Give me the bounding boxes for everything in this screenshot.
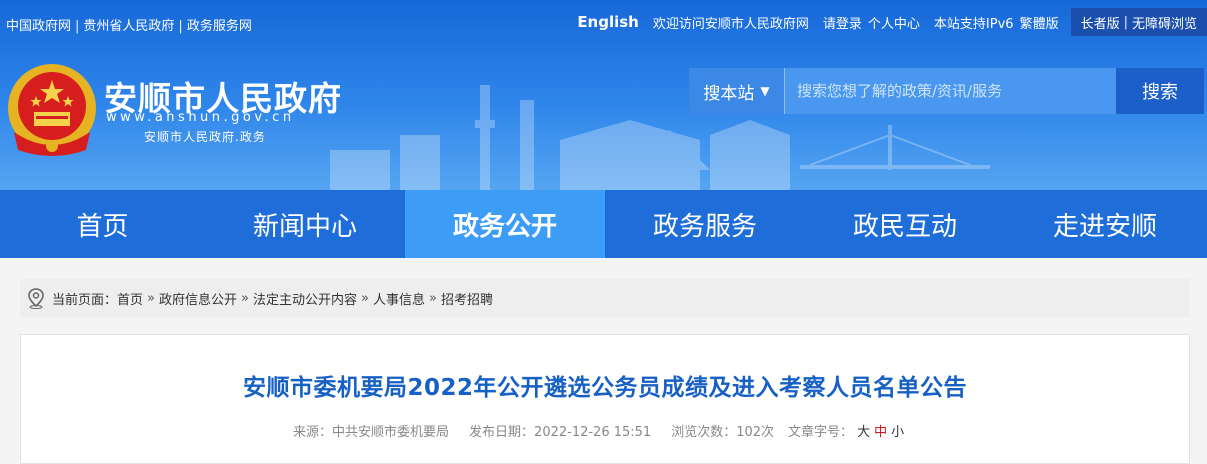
date-value: 2022-12-26 15:51 — [534, 425, 652, 440]
nav-gov-services[interactable]: 政务服务 — [605, 190, 805, 258]
separator: | — [178, 19, 183, 34]
separator: | — [75, 19, 80, 34]
font-size-label: 文章字号： — [788, 425, 854, 440]
breadcrumb-arrow: » — [241, 290, 249, 306]
search-scope-label: 搜本站 — [703, 83, 755, 104]
ipv6-badge: 本站支持IPv6 — [933, 16, 1014, 32]
site-header: 中国政府网 | 贵州省人民政府 | 政务服务网 English 欢迎访问安顺市人民政府网… — [0, 0, 1207, 190]
search-input[interactable] — [785, 68, 1116, 114]
source-value: 中共安顺市委机要局 — [332, 425, 450, 440]
accessible-mode-link[interactable]: 无障碍浏览 — [1132, 13, 1197, 32]
traditional-chinese-link[interactable]: 繁體版 — [1020, 13, 1059, 32]
gov-links: 中国政府网 | 贵州省人民政府 | 政务服务网 — [6, 15, 252, 34]
site-url: www.anshun.gov.cn — [106, 110, 295, 125]
breadcrumb: 当前页面： 首页 » 政府信息公开 » 法定主动公开内容 » 人事信息 » 招考… — [20, 279, 1190, 317]
article-panel: 安顺市委机要局2022年公开遴选公务员成绩及进入考察人员名单公告 来源：中共安顺… — [20, 334, 1190, 464]
date-label: 发布日期： — [469, 425, 535, 440]
elderly-mode-link[interactable]: 长者版 — [1081, 13, 1120, 32]
search-bar: 搜本站 ▼ 搜索 — [689, 68, 1204, 114]
nav-about-anshun[interactable]: 走进安顺 — [1005, 190, 1205, 258]
utility-links: English 欢迎访问安顺市人民政府网 请登录 个人中心 本站支持IPv6 繁… — [563, 8, 1207, 36]
search-button[interactable]: 搜索 — [1116, 68, 1204, 114]
views-value: 102次 — [736, 425, 775, 440]
breadcrumb-arrow: » — [147, 290, 155, 306]
article-meta: 来源：中共安顺市委机要局 发布日期：2022-12-26 15:51 浏览次数：10… — [293, 421, 904, 440]
article-title: 安顺市委机要局2022年公开遴选公务员成绩及进入考察人员名单公告 — [242, 375, 967, 401]
caret-down-icon: ▼ — [760, 84, 770, 98]
english-link[interactable]: English — [577, 13, 639, 31]
location-pin-icon — [28, 288, 44, 309]
breadcrumb-info-disclosure[interactable]: 政府信息公开 — [159, 289, 237, 308]
accessibility-group: 长者版 | 无障碍浏览 — [1070, 8, 1207, 36]
font-size-medium-button[interactable]: 中 — [874, 425, 887, 440]
link-china-gov[interactable]: 中国政府网 — [6, 19, 71, 34]
breadcrumb-prefix: 当前页面： — [52, 292, 118, 308]
search-scope-dropdown[interactable]: 搜本站 ▼ — [689, 68, 785, 114]
main-nav: 首页 新闻中心 政务公开 政务服务 政民互动 走进安顺 — [0, 190, 1207, 258]
breadcrumb-arrow: » — [428, 290, 437, 306]
welcome-text: 欢迎访问安顺市人民政府网 — [652, 16, 809, 32]
site-slogan: 安顺市人民政府.政务 — [144, 130, 266, 144]
national-emblem-icon[interactable] — [6, 62, 98, 158]
separator: | — [1123, 14, 1128, 30]
font-size-small-button[interactable]: 小 — [891, 425, 904, 440]
nav-news[interactable]: 新闻中心 — [205, 190, 405, 258]
breadcrumb-personnel-info[interactable]: 人事信息 — [373, 289, 425, 308]
breadcrumb-recruitment[interactable]: 招考招聘 — [441, 289, 493, 308]
link-service-portal[interactable]: 政务服务网 — [187, 19, 252, 34]
nav-gov-affairs-open[interactable]: 政务公开 — [405, 190, 605, 258]
nav-home[interactable]: 首页 — [0, 190, 205, 258]
font-size-large-button[interactable]: 大 — [857, 425, 870, 440]
source-label: 来源： — [293, 425, 333, 440]
login-link[interactable]: 请登录 — [823, 13, 862, 32]
breadcrumb-arrow: » — [361, 290, 369, 306]
top-utility-bar: 中国政府网 | 贵州省人民政府 | 政务服务网 English 欢迎访问安顺市人民政府网… — [0, 0, 1207, 44]
views-label: 浏览次数： — [671, 425, 737, 440]
nav-interaction[interactable]: 政民互动 — [805, 190, 1005, 258]
breadcrumb-home[interactable]: 首页 — [117, 289, 143, 308]
link-guizhou-gov[interactable]: 贵州省人民政府 — [83, 19, 174, 34]
personal-center-link[interactable]: 个人中心 — [868, 13, 920, 32]
breadcrumb-statutory-content[interactable]: 法定主动公开内容 — [253, 289, 357, 308]
